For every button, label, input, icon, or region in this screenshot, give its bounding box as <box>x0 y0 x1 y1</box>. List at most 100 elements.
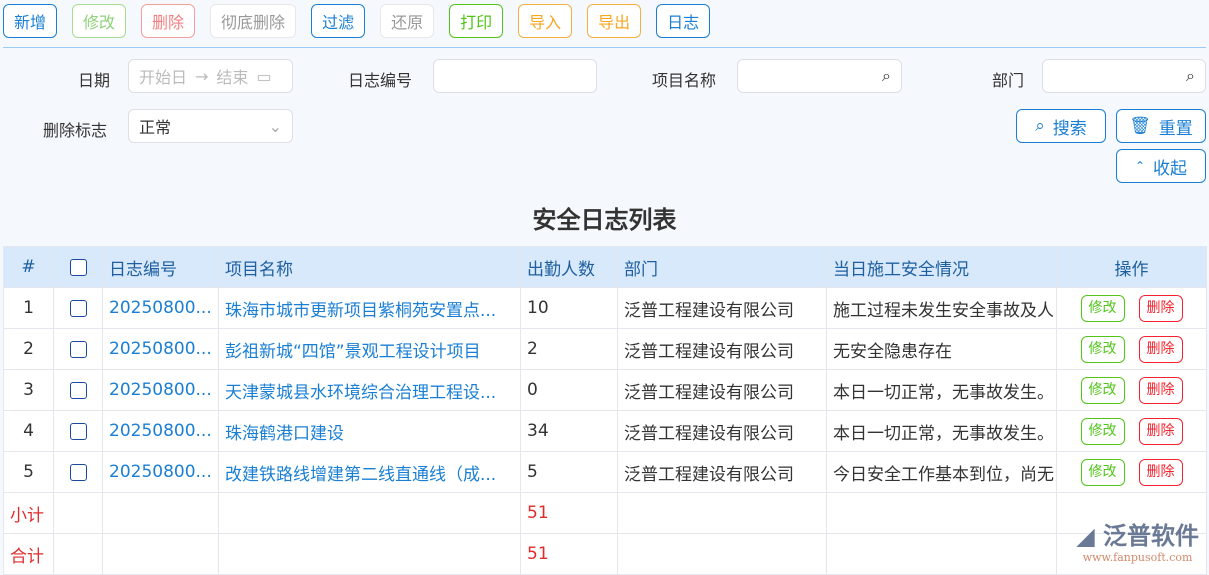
search-button[interactable]: ⌕ 搜索 <box>1016 109 1106 143</box>
actions: 修改 删除 <box>1056 328 1207 370</box>
deleted-select[interactable]: 正常 ⌄ <box>128 109 293 143</box>
log-no-input[interactable] <box>433 59 597 93</box>
subtotal-row: 小计 51 <box>3 492 1207 534</box>
reset-label: 重置 <box>1158 118 1193 139</box>
column-header: 日志编号 <box>102 246 219 288</box>
subtotal-row-value: 51 <box>520 492 618 534</box>
toolbar-button-9[interactable]: 日志 <box>656 4 711 38</box>
collapse-label: 收起 <box>1153 158 1188 179</box>
attendance: 0 <box>520 369 618 411</box>
safety-status: 本日一切正常，无事故发生。 <box>826 410 1057 452</box>
date-start[interactable]: 开始日 <box>139 64 187 88</box>
project-link[interactable]: 珠海鹤港口建设 <box>218 410 521 452</box>
column-header: 项目名称 <box>218 246 521 288</box>
collapse-button[interactable]: ⌃ 收起 <box>1116 149 1206 183</box>
delete-button[interactable]: 删除 <box>1138 417 1183 445</box>
edit-button[interactable]: 修改 <box>1080 294 1125 322</box>
calendar-icon: ▭ <box>256 66 272 86</box>
delete-button[interactable]: 删除 <box>1138 458 1183 486</box>
select-all-checkbox[interactable] <box>69 258 87 276</box>
toolbar-button-6[interactable]: 打印 <box>449 4 504 38</box>
log-no-link[interactable]: 20250800... <box>102 410 219 452</box>
date-range-input[interactable]: 开始日 → 结束 ▭ <box>128 59 293 93</box>
safety-status: 本日一切正常，无事故发生。 <box>826 369 1057 411</box>
table-row: 2 20250800... 彭祖新城“四馆”景观工程设计项目 2 泛普工程建设有限公司无… <box>3 328 1207 370</box>
search-icon[interactable]: ⌕ <box>882 66 891 86</box>
log-no-link[interactable]: 20250800... <box>102 369 219 411</box>
column-header <box>53 246 103 288</box>
dept: 泛普工程建设有限公司 <box>617 328 827 370</box>
table-row: 4 20250800... 珠海鹤港口建设 34 泛普工程建设有限公司 本日一切正常，无事… <box>3 410 1207 452</box>
project-link[interactable]: 珠海市城市更新项目紫桐苑安置点... <box>218 287 521 329</box>
toolbar: 新增 修改 删除 彻底删除 过滤 还原 打印 导入 导出 日志 <box>3 4 711 38</box>
log-no-label: 日志编号 <box>348 71 413 90</box>
search-icon[interactable]: ⌕ <box>1186 66 1195 86</box>
log-no-link[interactable]: 20250800... <box>102 287 219 329</box>
project-link[interactable]: 彭祖新城“四馆”景观工程设计项目 <box>218 328 521 370</box>
toolbar-button-4[interactable]: 过滤 <box>311 4 366 38</box>
toolbar-button-3[interactable]: 彻底删除 <box>210 4 297 38</box>
row-checkbox[interactable] <box>69 340 87 358</box>
row-checkbox[interactable] <box>69 381 87 399</box>
deleted-label: 删除标志 <box>43 121 108 140</box>
toolbar-button-8[interactable]: 导出 <box>587 4 642 38</box>
total-row-value: 51 <box>520 533 618 575</box>
row-checkbox[interactable] <box>69 422 87 440</box>
column-header: 部门 <box>617 246 827 288</box>
delete-button[interactable]: 删除 <box>1138 376 1183 404</box>
edit-button[interactable]: 修改 <box>1080 335 1125 363</box>
search-label: 搜索 <box>1052 118 1087 139</box>
edit-button[interactable]: 修改 <box>1080 417 1125 445</box>
column-header: 当日施工安全情况 <box>826 246 1057 288</box>
delete-button[interactable]: 删除 <box>1138 335 1183 363</box>
subtotal-row-label: 小计 <box>3 492 54 534</box>
actions: 修改 删除 <box>1056 287 1207 329</box>
attendance: 34 <box>520 410 618 452</box>
log-no-link[interactable]: 20250800... <box>102 451 219 493</box>
total-row-label: 合计 <box>3 533 54 575</box>
project-link[interactable]: 天津蒙城县水环境综合治理工程设... <box>218 369 521 411</box>
reset-button[interactable]: 🗑 重置 <box>1116 109 1206 143</box>
project-label: 项目名称 <box>652 71 717 90</box>
chevron-down-icon: ⌄ <box>268 116 282 136</box>
deleted-value: 正常 <box>139 118 172 137</box>
log-no-link[interactable]: 20250800... <box>102 328 219 370</box>
dept: 泛普工程建设有限公司 <box>617 451 827 493</box>
edit-button[interactable]: 修改 <box>1080 458 1125 486</box>
dept: 泛普工程建设有限公司 <box>617 287 827 329</box>
table-row: 5 20250800... 改建铁路线增建第二线直通线（成... 5 泛普工程建设有限公… <box>3 451 1207 493</box>
delete-button[interactable]: 删除 <box>1138 294 1183 322</box>
row-checkbox[interactable] <box>69 463 87 481</box>
dept: 泛普工程建设有限公司 <box>617 410 827 452</box>
arrow-right-icon: → <box>195 66 209 86</box>
safety-status: 今日安全工作基本到位，尚无 <box>826 451 1057 493</box>
toolbar-button-1[interactable]: 修改 <box>72 4 127 38</box>
table-row: 3 20250800... 天津蒙城县水环境综合治理工程设... 0 泛普工程建设有限公… <box>3 369 1207 411</box>
row-index: 5 <box>3 451 54 493</box>
actions: 修改 删除 <box>1056 451 1207 493</box>
toolbar-button-0[interactable]: 新增 <box>3 4 58 38</box>
toolbar-button-2[interactable]: 删除 <box>141 4 196 38</box>
total-row: 合计 51 <box>3 533 1207 575</box>
toolbar-button-5[interactable]: 还原 <box>380 4 435 38</box>
page-title: 安全日志列表 <box>532 206 677 234</box>
dept-input[interactable]: ⌕ <box>1042 59 1206 93</box>
date-end[interactable]: 结束 <box>216 64 248 88</box>
checkbox-cell <box>53 287 103 329</box>
dept-label: 部门 <box>992 71 1025 90</box>
safety-status: 施工过程未发生安全事故及人 <box>826 287 1057 329</box>
chevron-updown-icon: ⌃ <box>1134 159 1146 173</box>
row-checkbox[interactable] <box>69 299 87 317</box>
row-index: 2 <box>3 328 54 370</box>
checkbox-cell <box>53 451 103 493</box>
checkbox-cell <box>53 328 103 370</box>
actions: 修改 删除 <box>1056 369 1207 411</box>
edit-button[interactable]: 修改 <box>1080 376 1125 404</box>
project-input[interactable]: ⌕ <box>737 59 902 93</box>
safety-status: 无安全隐患存在 <box>826 328 1057 370</box>
column-header: 出勤人数 <box>520 246 618 288</box>
actions: 修改 删除 <box>1056 410 1207 452</box>
divider <box>3 47 1206 48</box>
toolbar-button-7[interactable]: 导入 <box>518 4 573 38</box>
project-link[interactable]: 改建铁路线增建第二线直通线（成... <box>218 451 521 493</box>
